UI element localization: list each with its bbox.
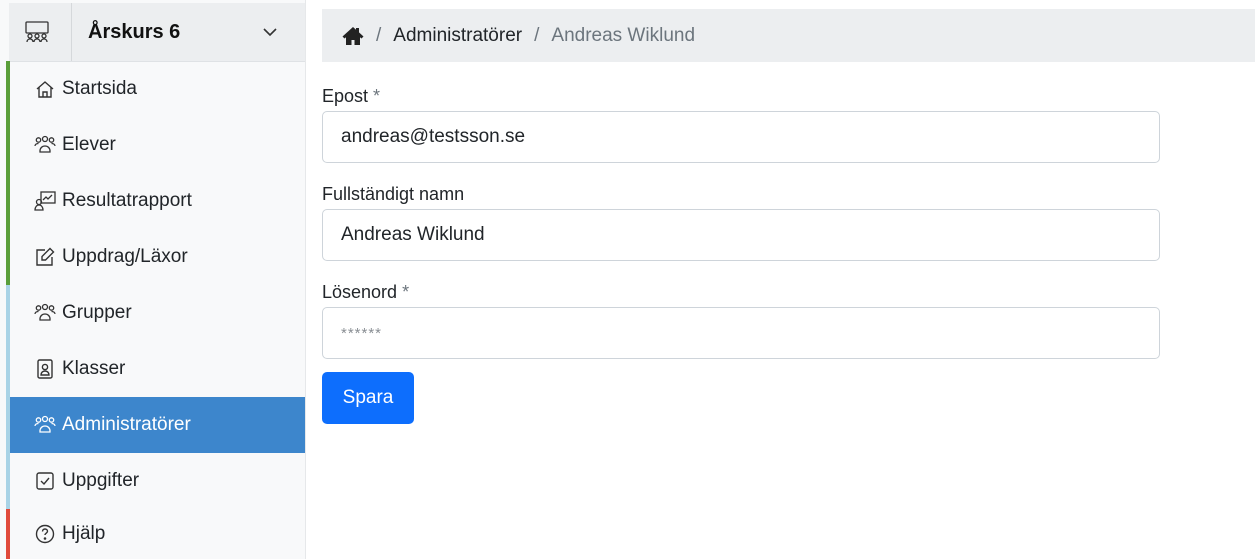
- email-label: Epost *: [322, 86, 380, 107]
- sidebar-item-klasser[interactable]: Klasser: [10, 341, 305, 397]
- sidebar-item-startsida[interactable]: Startsida: [10, 61, 305, 117]
- sidebar-item-label: Grupper: [62, 302, 132, 323]
- required-mark: *: [373, 86, 381, 106]
- sidebar-item-label: Uppgifter: [62, 470, 140, 491]
- course-title: Årskurs 6: [88, 21, 181, 43]
- sidebar-item-uppdrag-laxor[interactable]: Uppdrag/Läxor: [10, 229, 305, 285]
- sidebar-item-grupper[interactable]: Grupper: [10, 285, 305, 341]
- people-icon: [34, 134, 56, 156]
- chevron-down-icon: [263, 28, 277, 37]
- required-mark: *: [402, 282, 410, 302]
- breadcrumb-current: Andreas Wiklund: [551, 24, 696, 46]
- breadcrumb-link-administratorer[interactable]: Administratörer: [393, 25, 522, 47]
- home-icon[interactable]: [342, 26, 364, 46]
- person-badge-icon: [34, 358, 56, 380]
- save-button[interactable]: Spara: [322, 372, 414, 424]
- breadcrumb-separator: /: [376, 24, 382, 46]
- sidebar: Årskurs 6 Startsida Elever Resultatrappo…: [0, 0, 306, 559]
- people-icon: [34, 414, 56, 436]
- sidebar-item-hjalp[interactable]: Hjälp: [10, 509, 305, 559]
- group-icon: [25, 21, 49, 43]
- email-field[interactable]: [322, 111, 1160, 163]
- sidebar-item-label: Hjälp: [62, 523, 106, 544]
- sidebar-item-label: Resultatrapport: [62, 190, 192, 211]
- sidebar-item-elever[interactable]: Elever: [10, 117, 305, 173]
- breadcrumb: / Administratörer / Andreas Wiklund: [322, 9, 1255, 62]
- course-icon-box: [9, 3, 72, 61]
- sidebar-item-administratorer[interactable]: Administratörer: [10, 397, 305, 453]
- sidebar-item-uppgifter[interactable]: Uppgifter: [10, 453, 305, 509]
- fullname-label: Fullständigt namn: [322, 184, 464, 205]
- sidebar-item-label: Startsida: [62, 78, 137, 99]
- sidebar-item-resultatrapport[interactable]: Resultatrapport: [10, 173, 305, 229]
- email-label-text: Epost: [322, 86, 369, 106]
- sidebar-item-label: Klasser: [62, 358, 126, 379]
- fullname-field[interactable]: [322, 209, 1160, 261]
- checkbox-icon: [34, 470, 56, 492]
- edit-icon: [34, 246, 56, 268]
- sidebar-item-label: Elever: [62, 134, 116, 155]
- password-label: Lösenord *: [322, 282, 409, 303]
- people-icon: [34, 302, 56, 324]
- password-label-text: Lösenord: [322, 282, 398, 302]
- question-circle-icon: [34, 523, 56, 545]
- home-icon: [34, 78, 56, 100]
- sidebar-item-label: Uppdrag/Läxor: [62, 246, 188, 267]
- sidebar-item-label: Administratörer: [62, 414, 191, 435]
- fullname-label-text: Fullständigt namn: [322, 184, 465, 204]
- password-field[interactable]: [322, 307, 1160, 359]
- report-icon: [34, 190, 56, 212]
- breadcrumb-separator: /: [534, 24, 540, 46]
- course-selector[interactable]: Årskurs 6: [9, 3, 305, 62]
